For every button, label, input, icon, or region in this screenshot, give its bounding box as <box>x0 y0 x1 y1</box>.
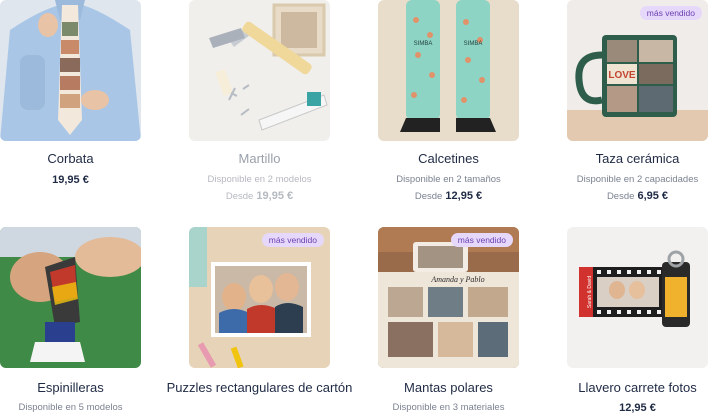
bestseller-badge: más vendido <box>639 6 702 20</box>
from-label: Desde <box>414 191 443 202</box>
socks-name-left: SIMBA <box>414 41 433 47</box>
keychain-text: Sarah & David <box>587 276 593 308</box>
product-title[interactable]: Corbata <box>0 150 166 167</box>
product-price: 12,95 € <box>619 402 656 414</box>
product-image-llavero[interactable]: Sarah & David <box>567 227 708 368</box>
from-label: Desde <box>225 191 254 202</box>
product-price-from: Desde 19,95 € <box>164 190 355 202</box>
product-price: 19,95 € <box>52 174 89 186</box>
product-image-puzzles[interactable] <box>189 227 330 368</box>
product-availability: Disponible en 5 modelos <box>18 402 123 413</box>
product-title[interactable]: Puzzles rectangulares de cartón <box>164 379 355 396</box>
mug-word: LOVE <box>608 70 636 81</box>
product-image-taza[interactable]: LOVE <box>567 0 708 141</box>
from-label: Desde <box>606 191 635 202</box>
product-image-corbata[interactable] <box>0 0 141 141</box>
socks-name-right: SIMBA <box>464 41 483 47</box>
product-availability: Disponible en 2 tamaños <box>396 174 501 185</box>
blanket-text: Amanda y Pablo <box>430 275 484 284</box>
product-title[interactable]: Calcetines <box>353 150 544 167</box>
product-image-mantas[interactable]: Amanda y Pablo <box>378 227 519 368</box>
product-price: 12,95 € <box>445 190 483 202</box>
product-availability: Disponible en 2 capacidades <box>576 174 699 185</box>
product-availability: Disponible en 3 materiales <box>392 402 505 413</box>
product-title[interactable]: Espinilleras <box>0 379 166 396</box>
bestseller-badge: más vendido <box>450 233 513 247</box>
product-price: 19,95 € <box>256 190 294 202</box>
bestseller-badge: más vendido <box>261 233 324 247</box>
product-image-espinilleras[interactable] <box>0 227 141 368</box>
product-title[interactable]: Mantas polares <box>353 379 544 396</box>
product-image-martillo[interactable] <box>189 0 330 141</box>
product-availability: Disponible en 2 modelos <box>207 174 312 185</box>
product-price-from: Desde 12,95 € <box>353 190 544 202</box>
product-price: 6,95 € <box>637 190 669 202</box>
product-price-from: Desde 6,95 € <box>542 190 720 202</box>
product-title[interactable]: Taza cerámica <box>542 150 720 167</box>
product-image-calcetines[interactable]: SIMBA SIMBA <box>378 0 519 141</box>
product-title[interactable]: Llavero carrete fotos <box>542 379 720 396</box>
product-title[interactable]: Martillo <box>164 150 355 167</box>
